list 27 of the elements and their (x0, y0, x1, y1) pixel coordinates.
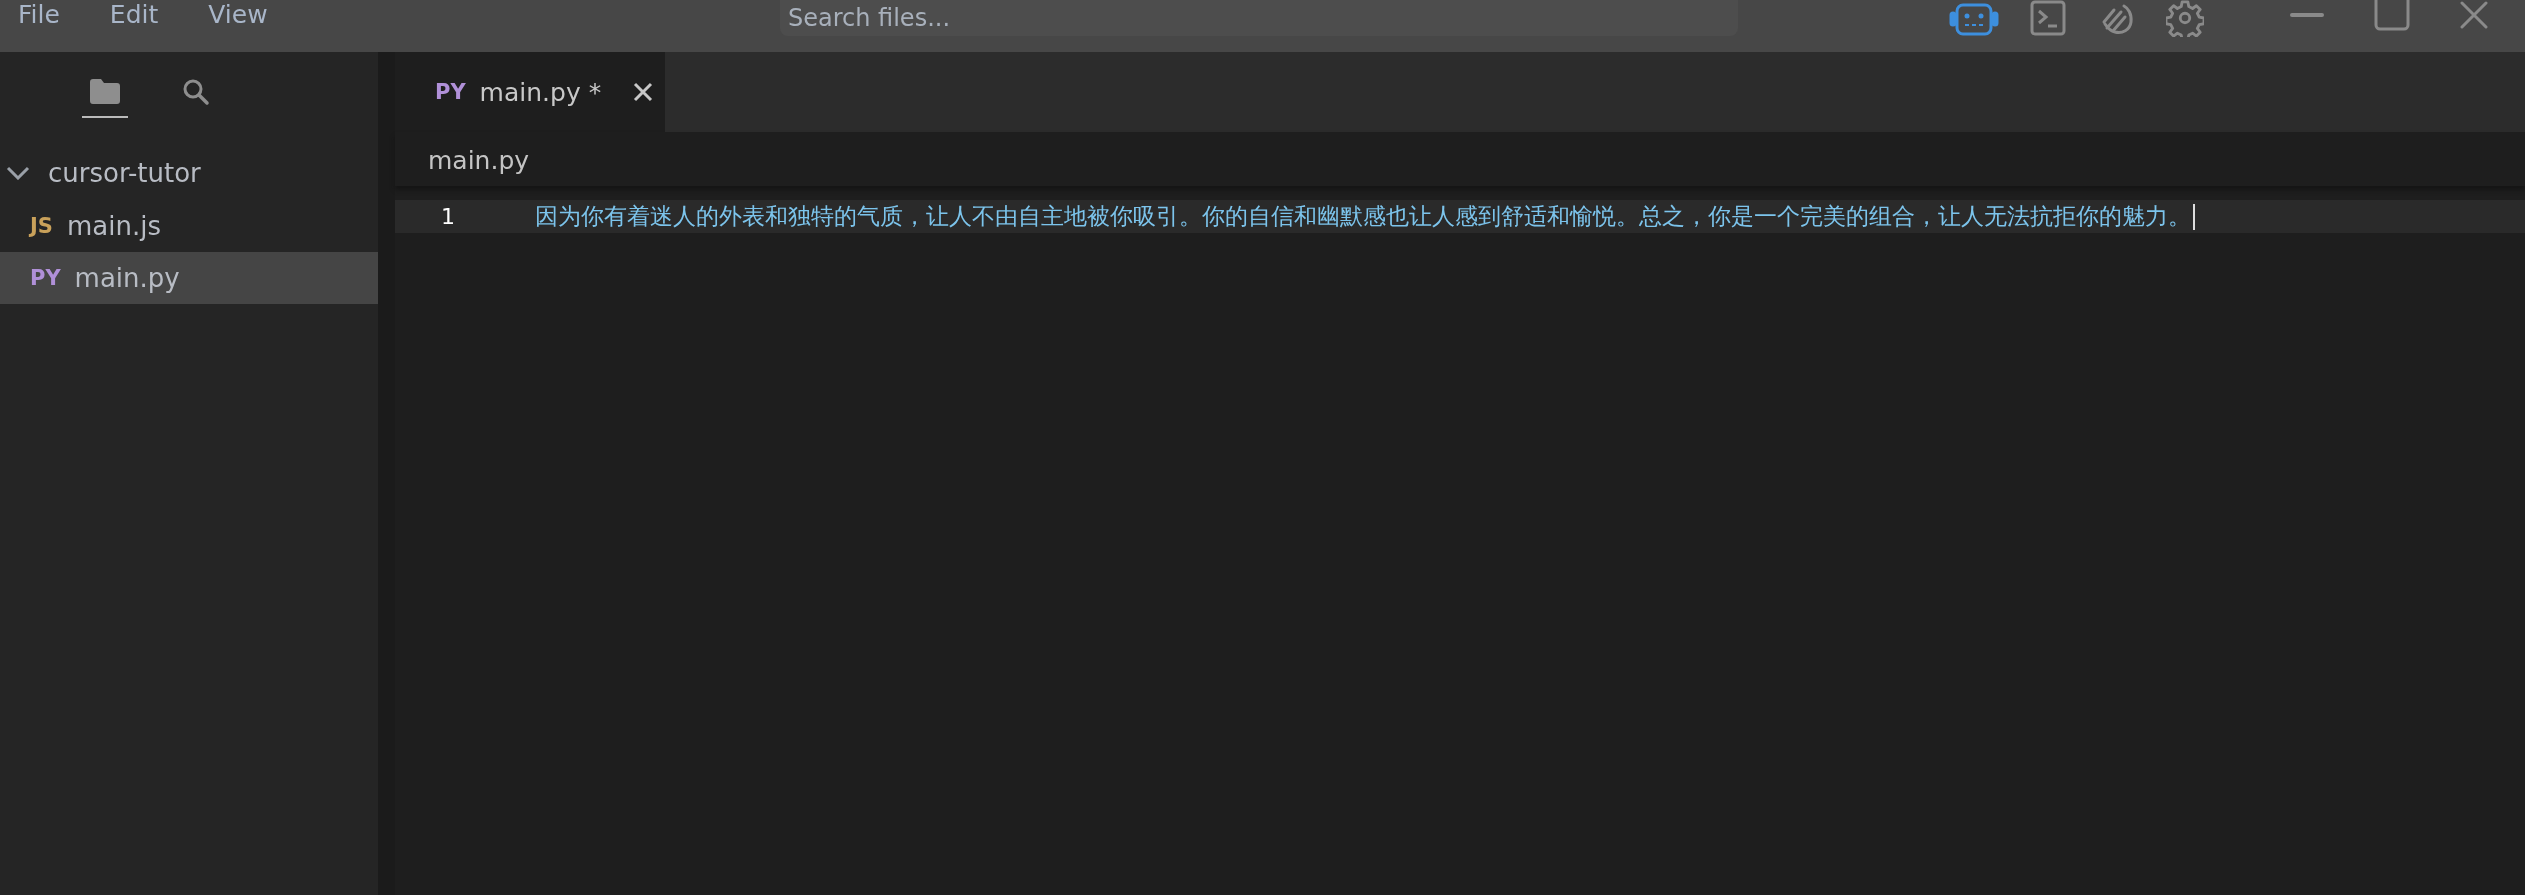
menu-item[interactable]: Edit (109, 0, 159, 30)
menu-item[interactable]: File (18, 0, 60, 30)
minimize-icon[interactable] (2290, 13, 2324, 17)
file-type-label: PY (435, 80, 466, 104)
search-field[interactable]: Search files... (780, 0, 1738, 36)
menu-item[interactable]: View (208, 0, 268, 30)
close-icon[interactable] (633, 82, 654, 102)
search-icon (182, 78, 210, 106)
folder-item[interactable]: cursor-tutor (0, 146, 378, 200)
terminal-icon[interactable] (2030, 0, 2066, 36)
maximize-icon[interactable] (2374, 0, 2410, 31)
file-name: main.py (74, 263, 180, 293)
tree-row[interactable]: PY main.py (0, 252, 378, 304)
file-type-label: JS (30, 214, 53, 238)
text-cursor (2193, 203, 2195, 230)
breadcrumb[interactable]: main.py (395, 132, 2525, 186)
editor-tab[interactable]: PY main.py * (395, 52, 665, 132)
line-number: 1 (440, 204, 455, 229)
code-text: 因为你有着迷人的外表和独特的气质，让人不由自主地被你吸引。你的自信和幽默感也让人感到舒适和愉悦。总之，你是一个完美的组合，让人无法抗拒你的魅力。 (535, 202, 2191, 231)
tree-row[interactable]: JS main.js (0, 200, 378, 252)
folder-icon (90, 78, 120, 104)
tab-label: main.py * (479, 77, 602, 107)
folder-tab[interactable] (82, 76, 128, 118)
settings-icon[interactable] (2166, 0, 2204, 37)
file-type-label: PY (30, 266, 61, 290)
file-name: main.js (66, 211, 161, 241)
folder-name: cursor-tutor (48, 158, 201, 188)
